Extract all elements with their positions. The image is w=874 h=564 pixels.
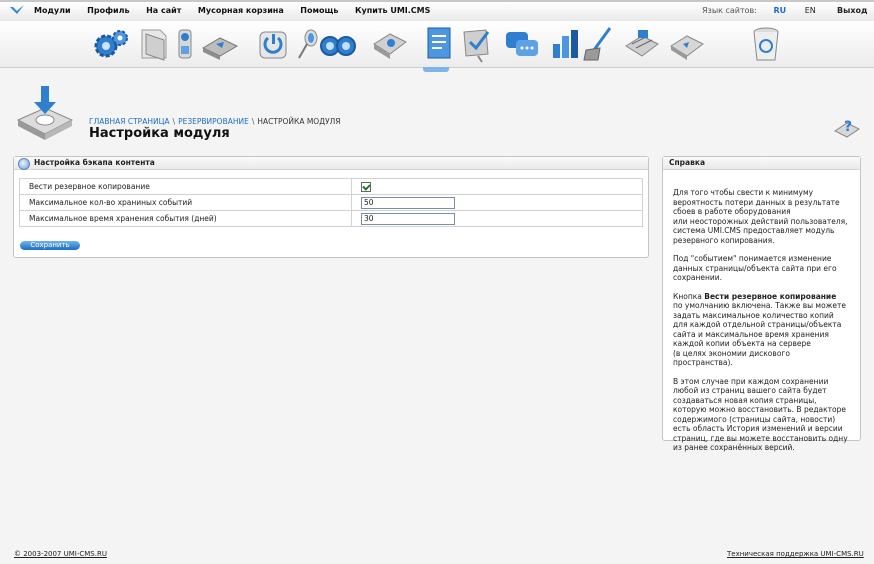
logout-link[interactable]: Выход [837, 6, 867, 15]
active-module-indicator [423, 67, 449, 72]
menu-to-site[interactable]: На сайт [146, 6, 181, 15]
breadcrumb-section[interactable]: Резервирование [178, 117, 249, 126]
copyright-link[interactable]: © 2003-2007 UMI-CMS.RU [14, 550, 107, 558]
language-switcher: Язык сайтов: RU EN [702, 6, 816, 15]
support-link[interactable]: Техническая поддержка UMI-CMS.RU [727, 550, 864, 558]
webmaster-icon[interactable] [622, 24, 662, 64]
lang-ru-link[interactable]: RU [774, 6, 787, 15]
breadcrumb-current: Настройка модуля [257, 117, 341, 126]
breadcrumb-home[interactable]: Главная страница [89, 117, 170, 126]
lang-en-link[interactable]: EN [805, 6, 816, 15]
help-text-bold: Вести резервное копирование [704, 291, 837, 301]
help-paragraph: Для того чтобы свести к минимуму вероятн… [673, 188, 848, 245]
setting-label: Максимальное время хранения события (дне… [19, 210, 352, 227]
max-events-input[interactable]: 50 [361, 196, 455, 209]
table-row: Максимальное время хранения события (дне… [19, 210, 643, 227]
menu-modules[interactable]: Модули [34, 6, 71, 15]
trash-icon[interactable] [746, 24, 786, 64]
breadcrumb-separator: \ [251, 117, 255, 126]
help-paragraph: Под "событием" понимается изменение данн… [673, 254, 837, 282]
menu-trash[interactable]: Мусорная корзина [198, 6, 284, 15]
settings-icon[interactable] [92, 24, 132, 64]
help-panel-header: Справка [663, 157, 860, 170]
table-row: Вести резервное копирование [19, 178, 643, 195]
panel-collapse-icon[interactable] [18, 158, 30, 170]
cleaner-icon[interactable] [580, 24, 620, 64]
search-binoculars-icon[interactable] [318, 24, 358, 64]
catalog-icon[interactable] [200, 24, 240, 64]
help-text-span: Кнопка [673, 291, 705, 301]
exchange-icon[interactable] [667, 24, 707, 64]
panel-title: Настройка бэкапа контента [34, 158, 155, 167]
news-icon[interactable] [420, 24, 460, 64]
menu-help[interactable]: Помощь [300, 6, 338, 15]
top-menu-bar: Модули Профиль На сайт Мусорная корзина … [0, 0, 874, 22]
save-button[interactable]: Сохранить [20, 241, 80, 250]
max-days-input[interactable]: 30 [361, 212, 455, 225]
menu-profile[interactable]: Профиль [87, 6, 129, 15]
menu-buy[interactable]: Купить UMI.CMS [355, 6, 430, 15]
backup-settings-panel: Настройка бэкапа контента Вести резервно… [13, 156, 649, 258]
svg-text:?: ? [844, 119, 852, 135]
breadcrumb-separator: \ [172, 117, 176, 126]
modules-icon-bar [0, 21, 874, 68]
help-text: Для того чтобы свести к минимуму вероятн… [673, 188, 853, 462]
page-title: Настройка модуля [89, 126, 230, 141]
table-row: Максимальное кол-во храниных событий 50 [19, 194, 643, 211]
breadcrumb: Главная страница \ Резервирование \ Настройк… [89, 117, 341, 126]
help-text-span: по умолчанию включена. Также вы можете з… [673, 301, 847, 367]
comments-icon[interactable] [502, 24, 542, 64]
forms-icon[interactable] [458, 24, 498, 64]
help-paragraph: В этом случае при каждом сохранении любо… [673, 376, 848, 453]
help-panel: Справка Для того чтобы свести к минимуму… [662, 156, 861, 452]
help-paragraph: Кнопка Вести резервное копирование по ум… [673, 292, 853, 368]
backup-enabled-checkbox[interactable] [361, 181, 371, 192]
emarket-icon[interactable] [370, 24, 410, 64]
language-label: Язык сайтов: [702, 6, 757, 15]
main-menu: Модули Профиль На сайт Мусорная корзина … [34, 6, 444, 15]
backup-icon[interactable] [254, 24, 294, 64]
help-panel-title: Справка [669, 158, 706, 167]
stats-icon[interactable] [545, 24, 585, 64]
backup-module-icon [16, 86, 74, 140]
setting-label: Максимальное кол-во храниных событий [19, 194, 352, 211]
help-icon[interactable]: ? [833, 113, 861, 139]
settings-table: Вести резервное копирование Максимальное… [19, 178, 643, 227]
umi-logo-icon[interactable] [10, 5, 24, 16]
setting-label: Вести резервное копирование [19, 178, 352, 195]
panel-header: Настройка бэкапа контента [14, 157, 648, 170]
